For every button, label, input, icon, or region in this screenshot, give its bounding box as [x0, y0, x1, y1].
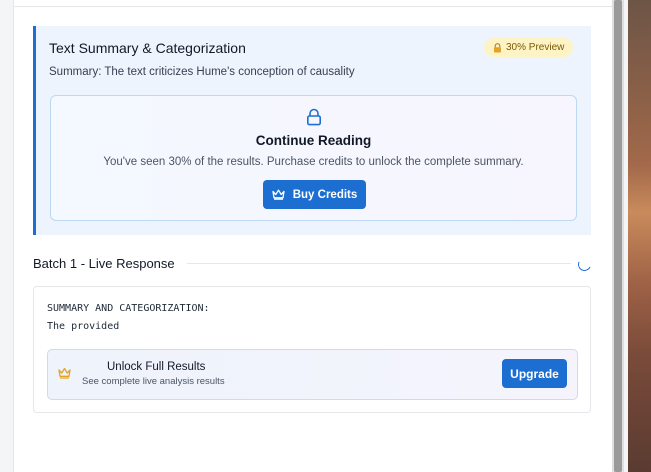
crown-icon — [58, 367, 71, 379]
summary-card: Text Summary & Categorization 30% Previe… — [33, 26, 591, 235]
unlock-results-banner: Unlock Full Results See complete live an… — [47, 349, 578, 400]
summary-text: Summary: The text criticizes Hume's conc… — [49, 66, 355, 78]
background-image — [628, 0, 651, 472]
unlock-title: Unlock Full Results — [107, 361, 206, 373]
preview-badge: 30% Preview — [484, 38, 574, 57]
buy-credits-label: Buy Credits — [292, 188, 358, 201]
buy-credits-button[interactable]: Buy Credits — [263, 180, 366, 209]
lock-icon — [306, 108, 321, 126]
continue-reading-box: Continue Reading You've seen 30% of the … — [50, 95, 577, 221]
preview-badge-label: 30% Preview — [506, 42, 565, 53]
continue-reading-subtitle: You've seen 30% of the results. Purchase… — [103, 156, 524, 168]
crown-icon — [272, 189, 285, 200]
batch-header: Batch 1 - Live Response — [33, 256, 175, 271]
continue-reading-title: Continue Reading — [255, 133, 372, 148]
batch-divider — [187, 263, 571, 264]
response-line: The provided — [47, 321, 120, 332]
unlock-subtitle: See complete live analysis results — [82, 376, 225, 387]
live-response-card: SUMMARY AND CATEGORIZATION: The provided… — [33, 286, 591, 413]
response-line: SUMMARY AND CATEGORIZATION: — [47, 303, 210, 314]
padlock-emoji-icon — [494, 42, 501, 52]
upgrade-button[interactable]: Upgrade — [502, 359, 567, 388]
summary-title: Text Summary & Categorization — [49, 40, 246, 56]
scrollbar-thumb[interactable] — [614, 0, 622, 472]
panel-divider — [14, 6, 612, 7]
